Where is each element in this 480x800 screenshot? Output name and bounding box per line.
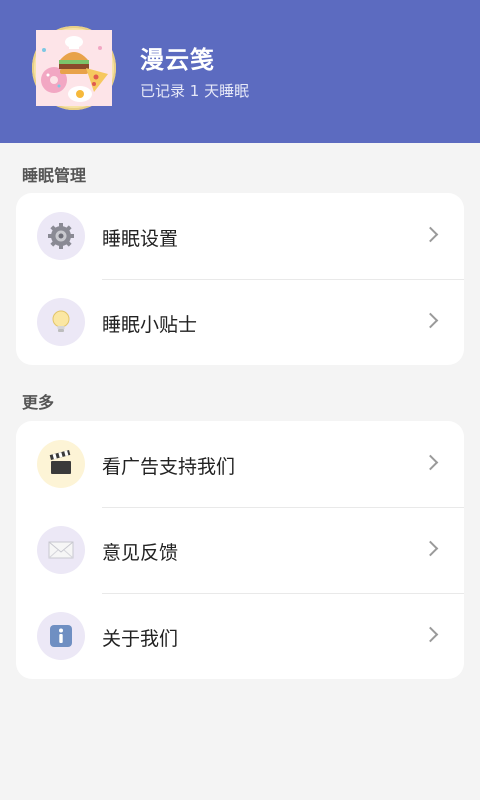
watch-ads-label: 看广告支持我们 bbox=[102, 456, 236, 478]
section-title-more: 更多 bbox=[22, 393, 55, 412]
chevron-right-icon bbox=[422, 540, 439, 557]
lightbulb-icon bbox=[37, 298, 85, 346]
menu-item-sleep-settings[interactable]: 睡眠设置 bbox=[16, 193, 464, 279]
envelope-icon bbox=[37, 526, 85, 574]
chevron-right-icon bbox=[422, 626, 439, 643]
food-avatar-image bbox=[36, 30, 112, 106]
avatar[interactable] bbox=[32, 26, 116, 110]
menu-item-watch-ads[interactable]: 看广告支持我们 bbox=[16, 421, 464, 507]
profile-header: 漫云笺 已记录 1 天睡眠 bbox=[0, 0, 480, 143]
chevron-right-icon bbox=[422, 454, 439, 471]
username: 漫云笺 bbox=[140, 46, 215, 74]
more-card: 看广告支持我们 意见反馈 关于我们 bbox=[16, 421, 464, 679]
sleep-settings-label: 睡眠设置 bbox=[102, 228, 179, 250]
info-icon bbox=[37, 612, 85, 660]
menu-item-feedback[interactable]: 意见反馈 bbox=[16, 507, 464, 593]
clapperboard-icon bbox=[37, 440, 85, 488]
menu-item-about-us[interactable]: 关于我们 bbox=[16, 593, 464, 679]
sleep-tips-label: 睡眠小贴士 bbox=[102, 314, 198, 336]
feedback-label: 意见反馈 bbox=[102, 542, 179, 564]
gear-icon bbox=[37, 212, 85, 260]
chevron-right-icon bbox=[422, 226, 439, 243]
sleep-management-card: 睡眠设置 睡眠小贴士 bbox=[16, 193, 464, 365]
section-title-sleep-management: 睡眠管理 bbox=[22, 166, 87, 185]
about-us-label: 关于我们 bbox=[102, 628, 179, 650]
chevron-right-icon bbox=[422, 312, 439, 329]
sleep-record-count: 已记录 1 天睡眠 bbox=[140, 82, 250, 100]
menu-item-sleep-tips[interactable]: 睡眠小贴士 bbox=[16, 279, 464, 365]
